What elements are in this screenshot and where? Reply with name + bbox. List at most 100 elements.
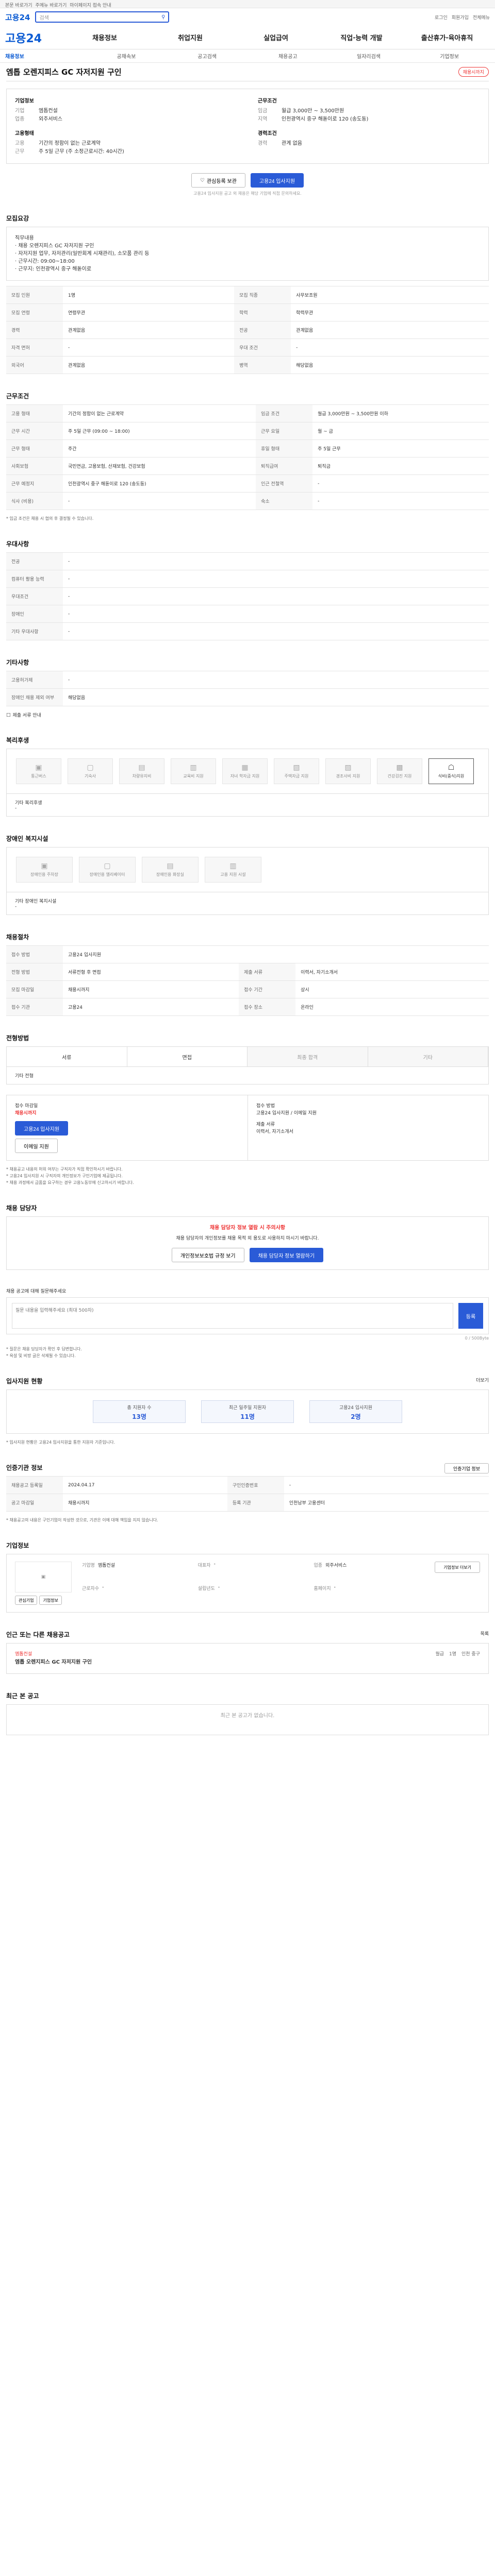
- privacy-button[interactable]: 개인정보보호법 규정 보기: [171, 1248, 244, 1262]
- login-link[interactable]: 로그인: [435, 14, 448, 21]
- pref-section: 우대사항 전공 - 컴퓨터 활용 능력 - 우대조건 - 장애인 - 기타 우대사항 -: [6, 539, 489, 640]
- site-logo[interactable]: 고용24: [5, 29, 62, 46]
- table-value-cell: 연령무관: [63, 303, 235, 321]
- similar-section: 인근 또는 다른 채용공고 목록 엠톱컨설 엠톱 오렌지피스 GC 자저지원 구…: [6, 1630, 489, 1674]
- doc-info[interactable]: □ 제출 서류 안내: [6, 711, 489, 719]
- sub-nav-item[interactable]: 공채속보: [86, 52, 167, 60]
- notice-text: 마이페이지 접속 안내: [70, 3, 111, 8]
- section-title: 기타사항: [6, 659, 29, 666]
- facility-item: ☖ 식비(중식)지원: [428, 758, 474, 784]
- steps-row: 서류 면접 최종 합격 기타: [6, 1046, 489, 1067]
- info-section: 인증기관 정보 인증기업 정보 채용공고 등록일 2024.04.17 구인인증번호…: [6, 1463, 489, 1523]
- comment-input[interactable]: [12, 1303, 453, 1329]
- email-apply-button[interactable]: 이메일 지원: [15, 1139, 58, 1153]
- summary-key: 경력: [258, 141, 268, 146]
- stat-note: * 입사지원 현황은 고용24 입사지원을 통한 지원자 기준입니다.: [6, 1440, 116, 1445]
- table-value-cell: 채용시까지: [63, 1494, 227, 1512]
- fav-company-button[interactable]: 관심기업: [15, 1596, 38, 1605]
- company-info-button[interactable]: 기업정보: [39, 1596, 62, 1605]
- nav-item-leave[interactable]: 출산휴가·육아휴직: [404, 32, 490, 42]
- company-more-button[interactable]: 기업정보 더보기: [435, 1562, 480, 1573]
- summary-value: 엠톱컨설: [39, 108, 58, 114]
- facility-icon: ▥: [229, 862, 237, 870]
- summary-value: 외주서비스: [39, 116, 62, 122]
- section-title: 채용절차: [6, 934, 29, 941]
- nav-item-support[interactable]: 취업지원: [147, 32, 233, 42]
- summary-key: 근무: [15, 149, 25, 155]
- sub-nav-item[interactable]: 기업정보: [409, 52, 490, 60]
- table-header-cell: 모집 직종: [234, 286, 291, 304]
- summary-key: 업종: [15, 116, 25, 122]
- sitemap-link[interactable]: 전체메뉴: [473, 14, 490, 21]
- document-icon: □: [6, 712, 11, 718]
- facility-label: 장애인용 주차장: [30, 872, 59, 877]
- scrap-button[interactable]: ♡ 관심등록 보관: [191, 173, 245, 188]
- nav-item-benefit[interactable]: 실업급여: [233, 32, 319, 42]
- info-button[interactable]: 인증기업 정보: [444, 1463, 489, 1473]
- comment-submit-button[interactable]: 등록: [458, 1303, 483, 1329]
- join-link[interactable]: 회원가입: [452, 14, 469, 21]
- table-value-cell: 월급 3,000만원 ~ 3,500만원 이하: [312, 404, 489, 422]
- stat-label: 총 지원자 수: [127, 1405, 152, 1411]
- section-title: 근무조건: [6, 393, 29, 400]
- welfare-note-value: -: [15, 806, 17, 811]
- process-section: 채용절차 접수 방법 고용24 입사지원 전형 방법 서류전형 후 면접 제출 서류 이력…: [6, 933, 489, 1016]
- company-info-key: 설립년도: [197, 1586, 215, 1591]
- stat-value: 2명: [351, 1413, 361, 1420]
- table-header-cell: 컴퓨터 활용 능력: [6, 570, 63, 588]
- facility-label: 주택자금 지원: [284, 774, 309, 778]
- skip-link[interactable]: 주메뉴 바로가기: [36, 2, 67, 8]
- search-placeholder: 검색: [39, 15, 49, 21]
- facility-item: ▤ 장애인용 화장실: [142, 857, 199, 883]
- work-table: 고용 형태 기간의 정함이 없는 근로계약 임금 조건 월급 3,000만원 ~ 3,…: [6, 404, 489, 510]
- company-logo-placeholder: ▣: [15, 1562, 72, 1592]
- table-value-cell: 학력무관: [291, 303, 489, 321]
- facility-item: ▤ 차량유지비: [119, 758, 164, 784]
- job-title-row: 엠톱 오렌지피스 GC 자저지원 구인 채용시까지: [6, 63, 489, 81]
- company-info-row: 근로자수 -: [82, 1585, 193, 1605]
- summary-heading: 근무조건: [258, 98, 277, 104]
- similar-more-link[interactable]: 목록: [480, 1630, 489, 1643]
- facility-icon: ▩: [396, 764, 403, 772]
- stat-more-link[interactable]: 더보기: [476, 1377, 489, 1389]
- summary-value: 주 5일 근무 (주 소정근로시간: 40시간): [39, 149, 124, 155]
- facility-icon: ☖: [448, 764, 455, 772]
- sub-nav-item[interactable]: 채용정보: [5, 52, 86, 60]
- apply-button[interactable]: 고용24 입사지원: [250, 173, 304, 188]
- table-header-cell: 인근 전철역: [256, 474, 313, 493]
- search-input[interactable]: 검색 ⚲: [35, 11, 170, 23]
- table-value-cell: -: [63, 570, 489, 588]
- similar-item[interactable]: 엠톱컨설 엠톱 오렌지피스 GC 자저지원 구인 월급 1명 인천 중구: [6, 1643, 489, 1674]
- facility-label: 건강검진 지원: [387, 774, 412, 778]
- notice-list: * 채용공고 내용의 허위 여부는 구직자가 직접 확인하시기 바랍니다. * 고…: [6, 1166, 489, 1186]
- view-manager-button[interactable]: 채용 담당자 정보 열람하기: [249, 1248, 324, 1262]
- sub-nav-item[interactable]: 일자리검색: [328, 52, 409, 60]
- nav-item-training[interactable]: 직업·능력 개발: [319, 32, 404, 42]
- docs-title: 제출 서류: [256, 1122, 275, 1127]
- header-logo[interactable]: 고용24: [5, 12, 30, 23]
- notice-line: * 채용공고의 내용은 구인기업이 작성한 것으로, 기관은 이에 대해 책임을…: [6, 1518, 158, 1522]
- table-row: 컴퓨터 활용 능력 -: [6, 570, 489, 588]
- table-header-cell: 장애인 채용 제외 여부: [6, 688, 63, 706]
- table-row: 근무 시간 주 5일 근무 (09:00 ~ 18:00) 근무 요일 월 ~ 금: [6, 422, 489, 440]
- recent-empty: 최근 본 공고가 없습니다.: [6, 1704, 489, 1735]
- facility-label: 통근버스: [31, 774, 46, 778]
- etc-section: 기타사항 고용허가제 - 장애인 채용 제외 여부 해당없음 □ 제출 서류 안내: [6, 658, 489, 718]
- company-info-row: 설립년도 -: [198, 1585, 309, 1605]
- skip-link[interactable]: 본문 바로가기: [5, 2, 32, 8]
- welfare-note-label: 기타 복리후생: [15, 801, 42, 806]
- sub-nav-item[interactable]: 채용공고: [248, 52, 328, 60]
- section-title: 우대사항: [6, 540, 29, 548]
- similar-company: 엠톱컨설: [15, 1652, 32, 1657]
- facility-item: ▣ 통근버스: [16, 758, 61, 784]
- comment-notes: * 질문은 채용 담당자가 확인 후 답변합니다. * 욕설 및 비방 글은 삭제…: [6, 1346, 489, 1359]
- search-icon[interactable]: ⚲: [161, 14, 165, 20]
- facility-icon: ▣: [35, 764, 42, 772]
- steps-note: 기타 전형: [6, 1067, 489, 1084]
- summary-key: 임금: [258, 108, 268, 114]
- company-info-value: -: [334, 1585, 336, 1590]
- info-notes: * 채용공고의 내용은 구인기업이 작성한 것으로, 기관은 이에 대해 책임을…: [6, 1517, 489, 1523]
- sub-nav-item[interactable]: 공고검색: [167, 52, 248, 60]
- apply-button-2[interactable]: 고용24 입사지원: [15, 1121, 69, 1136]
- nav-item-jobs[interactable]: 채용정보: [62, 32, 147, 42]
